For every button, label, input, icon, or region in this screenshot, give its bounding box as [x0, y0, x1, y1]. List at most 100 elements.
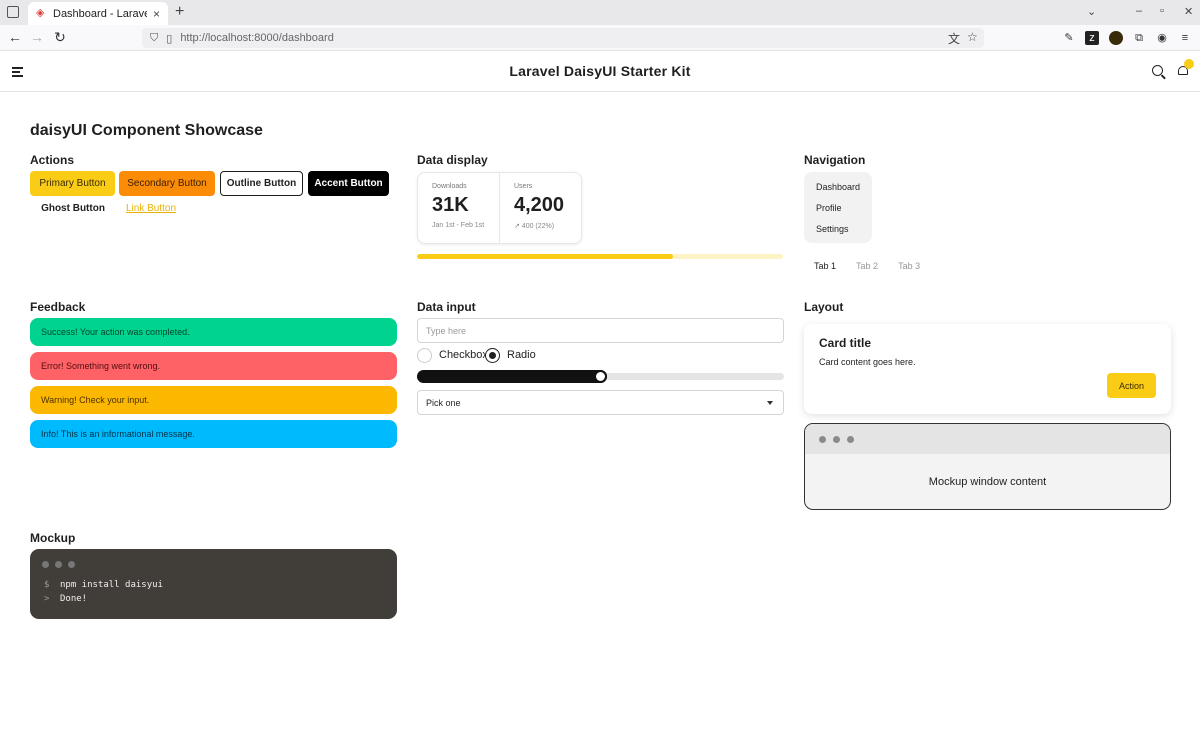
- stat-value: 4,200: [514, 194, 565, 216]
- browser-menu-icon[interactable]: ≡: [1178, 31, 1192, 45]
- code-dot-icon: [68, 561, 75, 568]
- warning-alert: Warning! Check your input.: [30, 386, 397, 414]
- stat-title: Downloads: [432, 183, 467, 190]
- stat-desc: ↗︎ 400 (22%): [514, 223, 555, 230]
- card-body: Card content goes here.: [819, 357, 916, 367]
- tab-overview-icon[interactable]: [7, 6, 19, 18]
- mockup-code: $ npm install daisyui > Done!: [30, 549, 397, 619]
- link-button[interactable]: Link Button: [119, 196, 183, 221]
- ghost-button[interactable]: Ghost Button: [30, 196, 116, 221]
- data-display-heading: Data display: [417, 153, 488, 167]
- browser-tab-title: Dashboard - Laravel: [53, 7, 147, 20]
- browser-tab[interactable]: ◈ Dashboard - Laravel ×: [28, 2, 168, 25]
- minimize-icon[interactable]: –: [1136, 5, 1142, 17]
- data-input-heading: Data input: [417, 300, 476, 314]
- code-text: npm install daisyui: [60, 580, 163, 590]
- mockup-window-content: Mockup window content: [928, 476, 1047, 488]
- text-input[interactable]: Type here: [417, 318, 784, 343]
- code-prefix: $: [44, 580, 50, 590]
- select-dropdown[interactable]: Pick one: [417, 390, 784, 415]
- extension-avatar-icon[interactable]: [1109, 31, 1123, 45]
- menu-item-settings[interactable]: Settings: [804, 222, 872, 243]
- code-prefix: >: [44, 594, 50, 604]
- close-tab-icon[interactable]: ×: [153, 7, 160, 21]
- extensions-puzzle-icon[interactable]: ⧉: [1132, 31, 1146, 45]
- accent-button[interactable]: Accent Button: [308, 171, 389, 196]
- notification-bell-icon[interactable]: [1177, 59, 1194, 78]
- card-title: Card title: [819, 336, 872, 350]
- secondary-button[interactable]: Secondary Button: [119, 171, 215, 196]
- mockup-window: Mockup window content: [804, 423, 1171, 510]
- code-line: > Done!: [44, 594, 87, 604]
- browser-tab-bar: ◈ Dashboard - Laravel × + ⌄ – ▫ ✕: [0, 0, 1200, 25]
- card: Card title Card content goes here. Actio…: [804, 324, 1171, 414]
- checkbox[interactable]: [417, 348, 432, 363]
- new-tab-button[interactable]: +: [175, 3, 184, 21]
- wrench-icon[interactable]: ✎: [1062, 31, 1076, 45]
- tab-2[interactable]: Tab 2: [846, 258, 888, 274]
- card-action-button[interactable]: Action: [1107, 373, 1156, 398]
- shield-icon[interactable]: ⛉: [150, 32, 158, 45]
- progress-fill: [417, 254, 674, 259]
- restore-icon[interactable]: ▫: [1160, 5, 1164, 17]
- dropdown-caret-icon: [767, 401, 773, 405]
- laravel-favicon-icon: ◈: [36, 7, 45, 19]
- browser-nav-bar: ← → ↻ ⛉ ▯ http://localhost:8000/dashboar…: [0, 25, 1200, 51]
- menu-item-profile[interactable]: Profile: [804, 201, 872, 222]
- stat-title: Users: [514, 183, 533, 190]
- back-arrow-icon[interactable]: ←: [6, 29, 24, 45]
- search-icon[interactable]: [1152, 65, 1163, 76]
- code-dot-icon: [42, 561, 49, 568]
- page-title: daisyUI Component Showcase: [30, 122, 263, 139]
- radio-label: Radio: [507, 349, 536, 361]
- window-dot-icon: [847, 436, 854, 443]
- code-dot-icon: [55, 561, 62, 568]
- progress-bar: [417, 254, 783, 259]
- range-fill: [417, 370, 607, 383]
- nav-menu: Dashboard Profile Settings: [804, 172, 872, 243]
- window-dot-icon: [819, 436, 826, 443]
- bookmark-star-icon[interactable]: ☆: [967, 30, 978, 44]
- range-slider[interactable]: [417, 370, 784, 383]
- navigation-heading: Navigation: [804, 153, 866, 167]
- app-header: Laravel DaisyUI Starter Kit: [0, 52, 1200, 92]
- mockup-window-bar: [805, 424, 1170, 454]
- stat-value: 31K: [432, 194, 469, 216]
- radio-button[interactable]: [485, 348, 500, 363]
- window-dot-icon: [833, 436, 840, 443]
- success-alert: Success! Your action was completed.: [30, 318, 397, 346]
- tab-3[interactable]: Tab 3: [888, 258, 930, 274]
- app-title: Laravel DaisyUI Starter Kit: [509, 63, 691, 79]
- tab-1[interactable]: Tab 1: [804, 258, 846, 274]
- range-thumb[interactable]: [594, 370, 607, 383]
- extension-icon[interactable]: z: [1085, 31, 1099, 45]
- translate-icon[interactable]: 文: [948, 30, 960, 47]
- page-info-icon[interactable]: ▯: [166, 32, 172, 45]
- select-value: Pick one: [426, 397, 461, 408]
- reload-icon[interactable]: ↻: [51, 29, 69, 46]
- tabs: Tab 1 Tab 2 Tab 3: [804, 258, 930, 274]
- stat-desc: Jan 1st - Feb 1st: [432, 222, 485, 229]
- stats-panel: Downloads 31K Jan 1st - Feb 1st Users 4,…: [417, 172, 582, 244]
- tab-list-chevron-icon[interactable]: ⌄: [1087, 5, 1096, 18]
- code-text: Done!: [60, 594, 88, 604]
- outline-button[interactable]: Outline Button: [220, 171, 303, 196]
- code-line: $ npm install daisyui: [44, 580, 163, 590]
- menu-item-dashboard[interactable]: Dashboard: [804, 180, 872, 201]
- layout-heading: Layout: [804, 300, 844, 314]
- address-bar[interactable]: ⛉ ▯ http://localhost:8000/dashboard 文 ☆: [142, 28, 984, 48]
- stat-downloads: Downloads 31K Jan 1st - Feb 1st: [418, 173, 499, 243]
- error-alert: Error! Something went wrong.: [30, 352, 397, 380]
- mockup-heading: Mockup: [30, 531, 76, 545]
- url-text[interactable]: http://localhost:8000/dashboard: [180, 32, 334, 44]
- forward-arrow-icon[interactable]: →: [28, 29, 46, 45]
- actions-heading: Actions: [30, 153, 75, 167]
- shield-extension-icon[interactable]: ◉: [1155, 31, 1169, 45]
- primary-button[interactable]: Primary Button: [30, 171, 115, 196]
- info-alert: Info! This is an informational message.: [30, 420, 397, 448]
- stat-users: Users 4,200 ↗︎ 400 (22%): [499, 173, 581, 243]
- close-window-icon[interactable]: ✕: [1184, 5, 1193, 18]
- checkbox-label: Checkbox: [439, 349, 488, 361]
- feedback-heading: Feedback: [30, 300, 86, 314]
- notification-badge: [1184, 59, 1194, 69]
